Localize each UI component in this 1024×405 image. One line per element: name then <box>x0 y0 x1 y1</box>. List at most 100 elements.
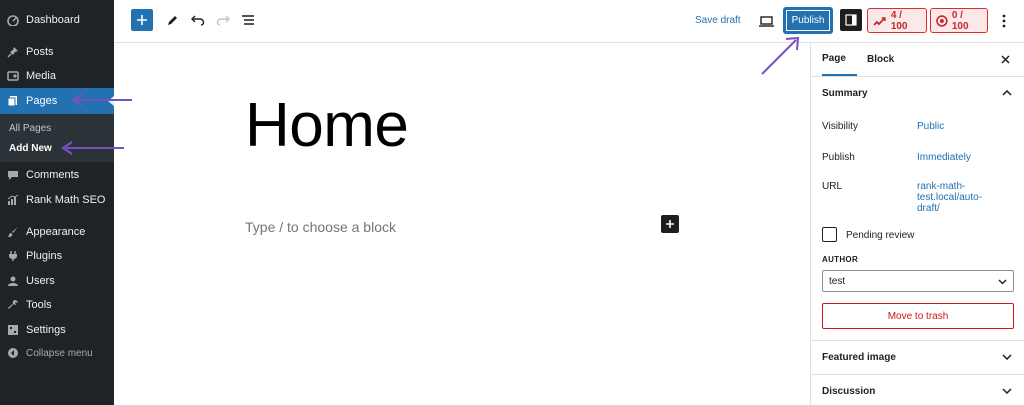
menu-item-dashboard[interactable]: Dashboard <box>0 8 114 32</box>
undo-icon <box>191 15 205 26</box>
discussion-panel-title[interactable]: Discussion <box>822 386 875 397</box>
settings-icon <box>7 324 19 336</box>
divider <box>811 76 1024 77</box>
menu-item-appearance[interactable]: Appearance <box>0 220 114 244</box>
menu-item-comments[interactable]: Comments <box>0 163 114 187</box>
redo-button[interactable] <box>215 12 231 28</box>
list-view-icon <box>242 15 254 25</box>
user-icon <box>7 275 19 287</box>
chevron-up-icon <box>1002 90 1012 96</box>
menu-item-label: Collapse menu <box>26 347 93 359</box>
divider <box>811 374 1024 375</box>
add-block-button[interactable] <box>661 215 679 233</box>
media-icon <box>7 70 19 82</box>
page-title[interactable]: Home <box>245 95 409 157</box>
pending-review-checkbox[interactable] <box>822 227 837 242</box>
seo-score-button[interactable]: 4 / 100 <box>867 8 927 33</box>
comment-icon <box>7 169 19 181</box>
content-ai-icon <box>936 14 948 27</box>
tab-block[interactable]: Block <box>867 43 894 76</box>
pending-review-label[interactable]: Pending review <box>846 230 914 241</box>
url-line: test.local/auto- <box>917 192 983 203</box>
menu-item-label: Pages <box>26 95 58 107</box>
options-button[interactable] <box>998 12 1010 30</box>
chevron-down-icon <box>1002 354 1012 360</box>
plus-icon <box>137 15 147 25</box>
menu-item-users[interactable]: Users <box>0 269 114 293</box>
tools-button[interactable] <box>164 12 180 28</box>
dashboard-icon <box>7 14 19 26</box>
brush-icon <box>7 226 19 238</box>
chevron-down-icon <box>1002 388 1012 394</box>
submenu-all-pages[interactable]: All Pages <box>9 123 51 134</box>
move-to-trash-button[interactable]: Move to trash <box>822 303 1014 329</box>
menu-item-posts[interactable]: Posts <box>0 40 114 64</box>
author-label: AUTHOR <box>822 255 859 264</box>
editor-canvas: Home Type / to choose a block <box>114 43 810 405</box>
pin-icon <box>7 46 19 58</box>
menu-item-label: Plugins <box>26 250 63 262</box>
menu-item-plugins[interactable]: Plugins <box>0 244 114 268</box>
menu-item-pages[interactable]: Pages <box>0 88 114 114</box>
more-vertical-icon <box>1002 14 1006 28</box>
content-score-button[interactable]: 0 / 100 <box>930 8 988 33</box>
summary-panel-title[interactable]: Summary <box>822 88 868 99</box>
rank-math-icon <box>873 16 886 26</box>
undo-button[interactable] <box>190 12 206 28</box>
collapse-icon <box>7 347 19 359</box>
chart-icon <box>7 194 19 206</box>
desktop-icon <box>758 15 774 27</box>
chevron-down-icon <box>998 279 1007 285</box>
pages-icon <box>7 95 19 107</box>
redo-icon <box>216 15 230 26</box>
url-line: draft/ <box>917 203 940 214</box>
wrench-icon <box>7 299 19 311</box>
tab-block-label: Block <box>867 54 895 65</box>
menu-item-label: Dashboard <box>26 14 80 26</box>
author-select[interactable]: test <box>822 270 1014 292</box>
close-icon <box>1000 54 1010 64</box>
tab-page[interactable]: Page <box>822 43 857 76</box>
publish-button[interactable]: Publish <box>784 8 832 33</box>
featured-image-expand-toggle[interactable] <box>1002 352 1012 362</box>
menu-item-label: Appearance <box>26 226 86 238</box>
featured-image-panel-title[interactable]: Featured image <box>822 352 896 363</box>
menu-item-label: Comments <box>26 169 80 181</box>
menu-item-label: Media <box>26 70 56 82</box>
editor-toolbar: Save draft Publish 4 / 100 0 / 100 <box>114 0 1024 43</box>
pages-submenu: All Pages Add New <box>0 114 114 162</box>
seo-score-value: 4 / 100 <box>890 9 908 32</box>
content-score-value: 0 / 100 <box>951 9 969 32</box>
submenu-add-new[interactable]: Add New <box>9 143 52 154</box>
divider <box>811 340 1024 341</box>
summary-collapse-toggle[interactable] <box>1002 88 1012 98</box>
settings-toggle-button[interactable] <box>840 9 862 31</box>
collapse-menu-button[interactable]: Collapse menu <box>0 341 114 365</box>
menu-item-media[interactable]: Media <box>0 64 114 88</box>
url-line: rank-math- <box>917 181 966 192</box>
close-settings-button[interactable] <box>1000 54 1010 64</box>
publish-label: Publish <box>822 152 855 163</box>
document-overview-button[interactable] <box>240 12 256 28</box>
menu-item-rank-math-seo[interactable]: Rank Math SEO <box>0 188 114 212</box>
menu-item-label: Rank Math SEO <box>26 194 106 206</box>
admin-sidebar: Dashboard Posts Media Pages All Pages Ad… <box>0 0 114 405</box>
block-placeholder[interactable]: Type / to choose a block <box>245 219 396 235</box>
preview-button[interactable] <box>758 13 774 29</box>
save-draft-button[interactable]: Save draft <box>695 15 741 26</box>
block-inserter-button[interactable] <box>131 9 153 31</box>
discussion-expand-toggle[interactable] <box>1002 386 1012 396</box>
menu-item-label: Tools <box>26 299 52 311</box>
url-value[interactable]: rank-math- test.local/auto- draft/ <box>917 181 982 214</box>
visibility-label: Visibility <box>822 121 858 132</box>
menu-item-label: Settings <box>26 324 66 336</box>
plugin-icon <box>7 250 19 262</box>
menu-item-settings[interactable]: Settings <box>0 318 114 342</box>
pencil-icon <box>167 15 177 25</box>
publish-date-value[interactable]: Immediately <box>917 152 971 163</box>
menu-item-label: Posts <box>26 46 54 58</box>
settings-sidebar: Page Block Summary Visibility Public Pub… <box>810 43 1024 405</box>
sidebar-icon <box>845 14 857 26</box>
menu-item-tools[interactable]: Tools <box>0 293 114 317</box>
visibility-value[interactable]: Public <box>917 121 944 132</box>
